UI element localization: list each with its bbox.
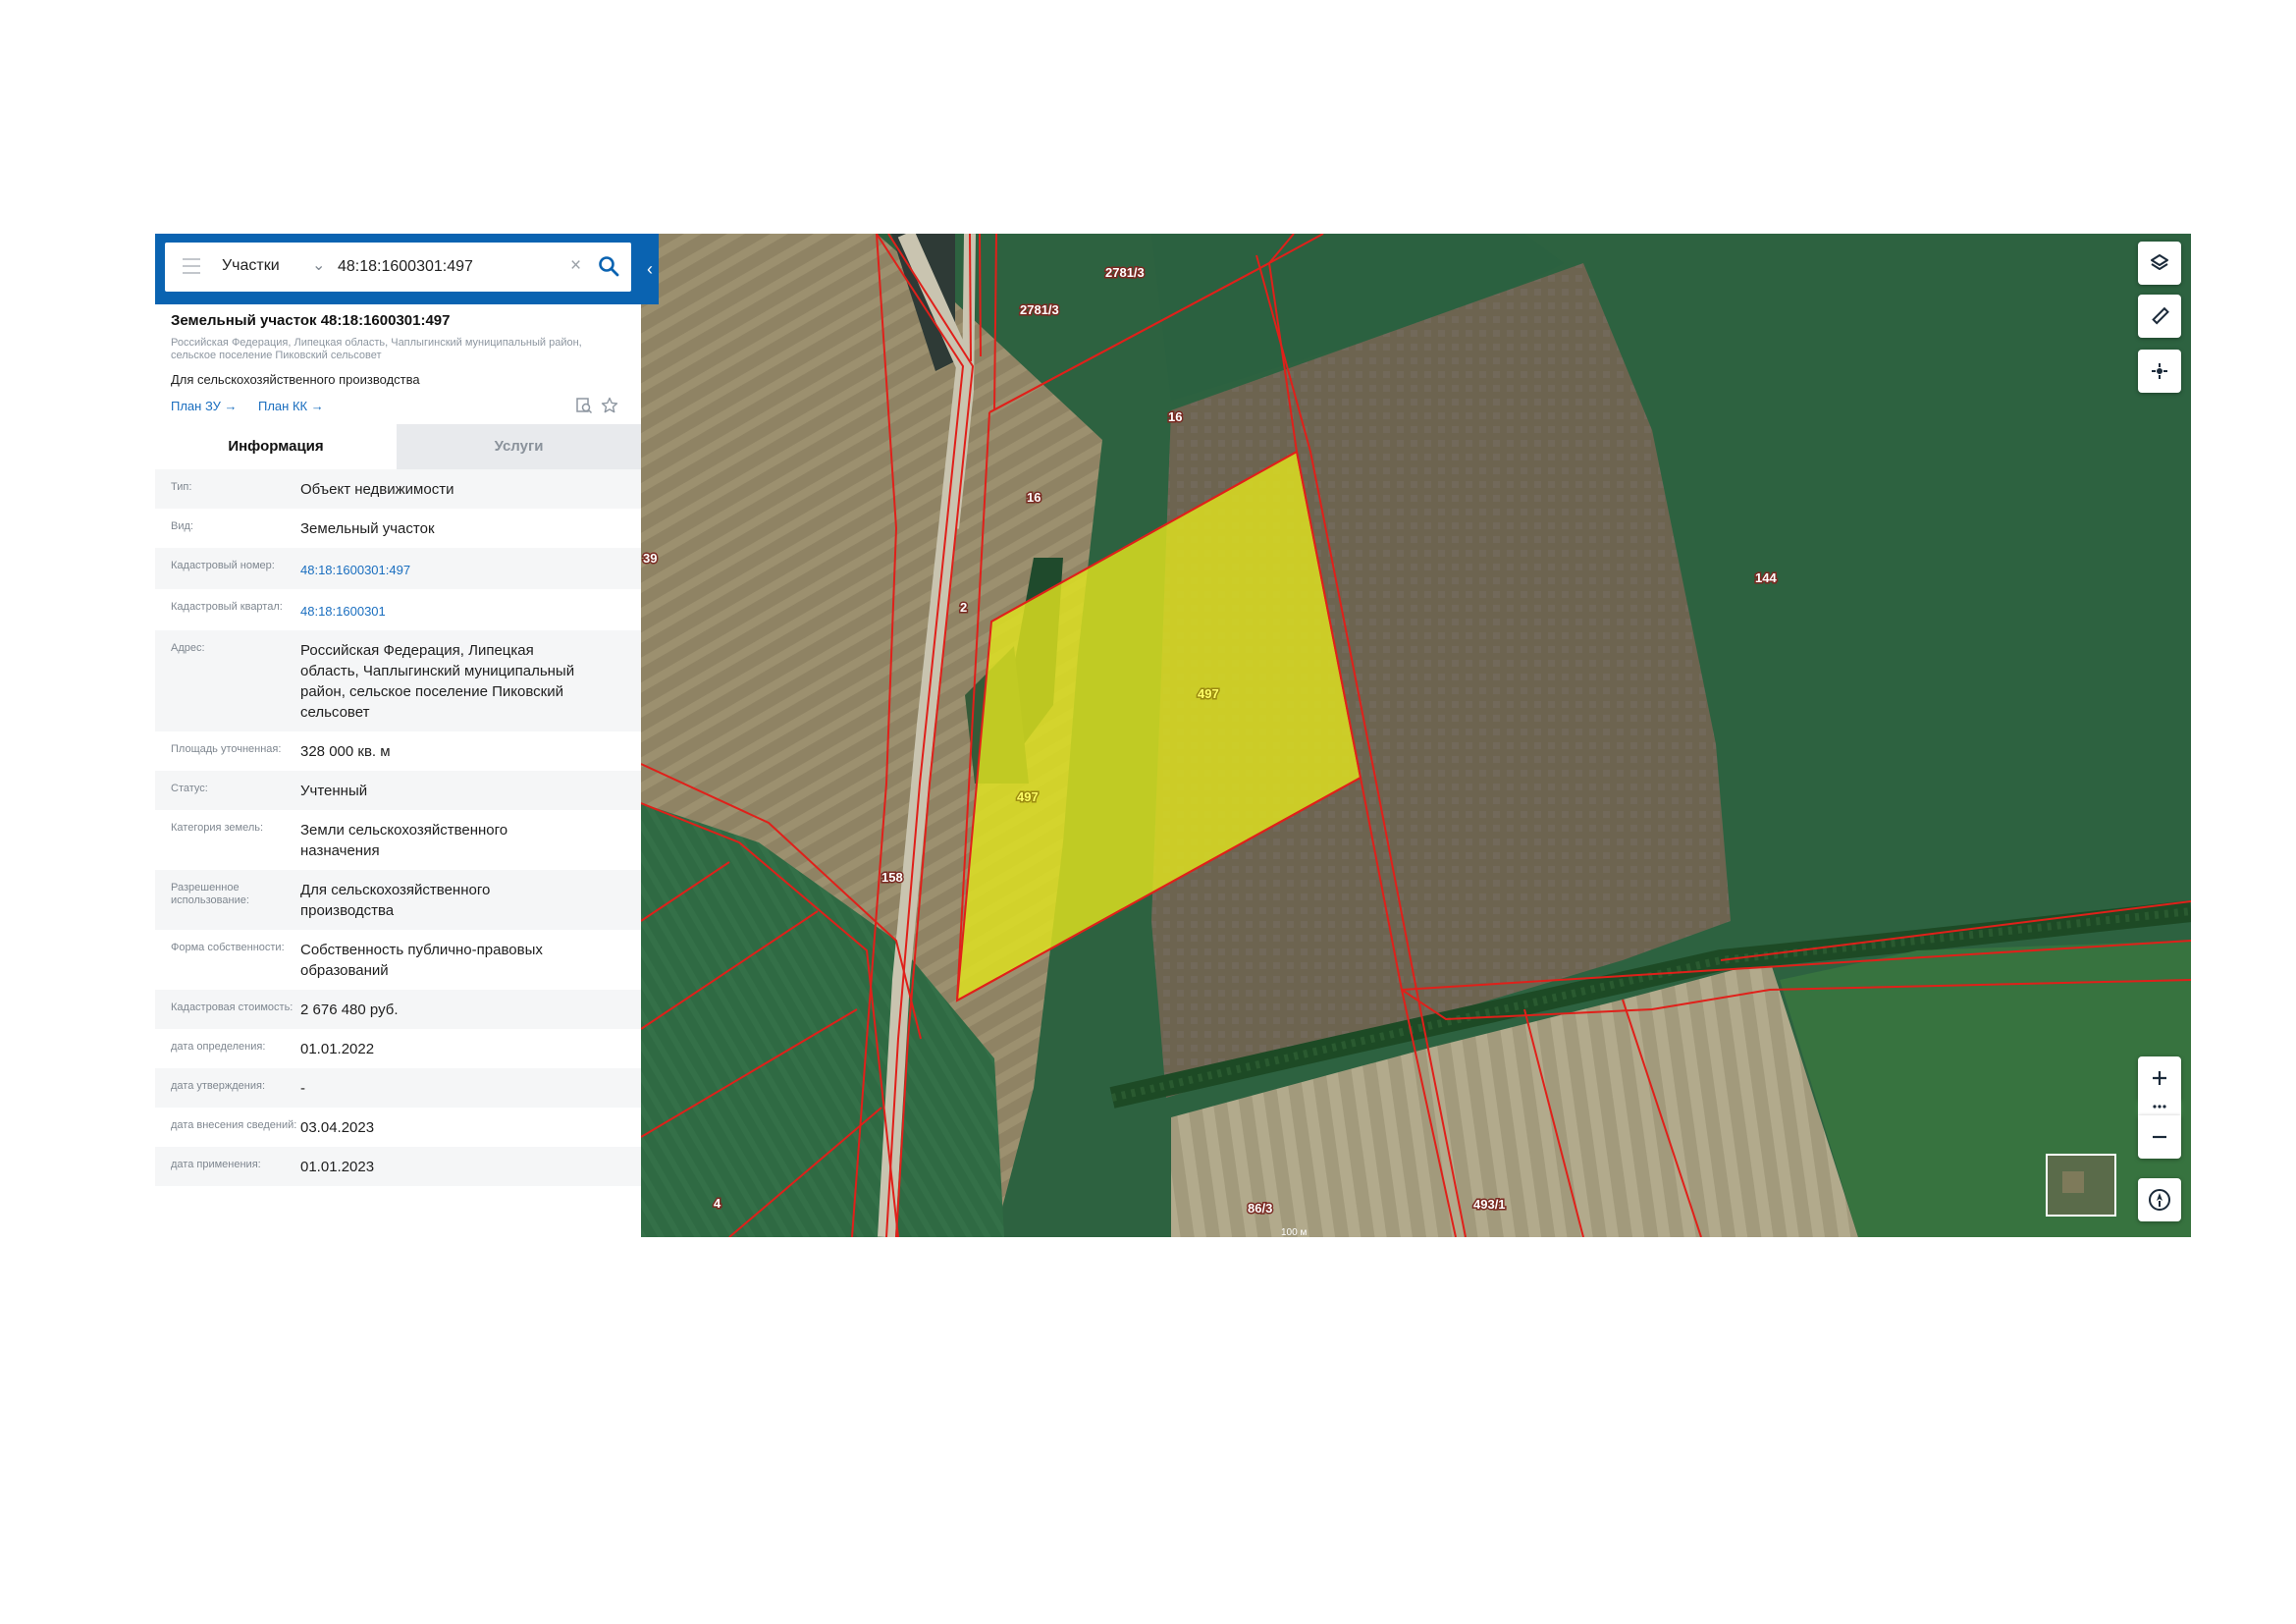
property-row: Разрешенное использование: Для сельскохоз…: [155, 870, 641, 930]
property-row: дата применения: 01.01.2023: [155, 1147, 641, 1186]
property-value: 01.01.2022: [300, 1041, 375, 1057]
property-key: Статус:: [171, 783, 208, 794]
property-value: 03.04.2023: [300, 1119, 375, 1136]
minus-icon: [2153, 1135, 2166, 1139]
map-label-2: 2: [960, 600, 967, 615]
property-value-link[interactable]: 48:18:1600301:497: [300, 548, 575, 589]
object-title: Земельный участок 48:18:1600301:497: [171, 312, 451, 329]
compass-icon: [2149, 1189, 2170, 1211]
object-address: Российская Федерация, Липецкая область, …: [171, 337, 582, 361]
compass-button[interactable]: [2138, 1178, 2181, 1221]
property-row: Площадь уточненная: 328 000 кв. м: [155, 731, 641, 771]
chevron-down-icon[interactable]: ⌄: [312, 255, 325, 275]
plan-zu-link[interactable]: План ЗУ →: [171, 399, 238, 413]
property-value: -: [300, 1080, 305, 1097]
search-bar: Участки ⌄ × ‹: [155, 234, 659, 304]
property-row: Кадастровый квартал: 48:18:1600301: [155, 589, 641, 630]
minimap-detail: [2062, 1171, 2084, 1193]
map-label-4: 4: [714, 1196, 721, 1211]
property-row: Кадастровый номер: 48:18:1600301:497: [155, 548, 641, 589]
map-label-2781-3-b: 2781/3: [1020, 302, 1059, 317]
crosshair-icon: [2152, 363, 2167, 379]
property-key: дата внесения сведений:: [171, 1119, 297, 1131]
property-value-link[interactable]: 48:18:1600301: [300, 589, 575, 630]
satellite-map[interactable]: 2781/3 2781/3 16 16 144 497 497 158 39 2…: [641, 234, 2191, 1237]
property-key: Вид:: [171, 520, 193, 532]
ruler-icon: [2152, 306, 2169, 325]
menu-icon[interactable]: [183, 258, 200, 279]
map-label-39: 39: [643, 551, 657, 566]
property-key: дата применения:: [171, 1159, 261, 1170]
map-label-16-a: 16: [1168, 409, 1182, 424]
search-category[interactable]: Участки: [222, 257, 280, 275]
property-key: Кадастровый квартал:: [171, 601, 283, 613]
property-value: Учтенный: [300, 783, 368, 799]
property-row: Форма собственности: Собственность публич…: [155, 930, 641, 990]
property-key: дата утверждения:: [171, 1080, 266, 1092]
property-key: Кадастровый номер:: [171, 560, 275, 571]
property-row: Вид: Земельный участок: [155, 509, 641, 548]
map-label-16-b: 16: [1027, 490, 1041, 505]
property-key: Разрешенное использование:: [171, 882, 249, 906]
property-row: дата внесения сведений: 03.04.2023: [155, 1108, 641, 1147]
collapse-panel-icon[interactable]: ‹: [641, 257, 659, 281]
map-label-493-1: 493/1: [1473, 1197, 1506, 1212]
search-input[interactable]: [338, 254, 549, 280]
map-scale: 100 м: [1281, 1227, 1307, 1237]
tab-services[interactable]: Услуги: [397, 424, 641, 469]
zoom-out-button[interactable]: [2138, 1115, 2181, 1159]
property-value: 01.01.2023: [300, 1159, 375, 1175]
property-value: Земельный участок: [300, 520, 435, 537]
search-icon[interactable]: [598, 255, 619, 282]
property-row: дата определения: 01.01.2022: [155, 1029, 641, 1068]
map-label-144: 144: [1755, 570, 1777, 585]
map-label-86-3: 86/3: [1248, 1201, 1272, 1216]
property-key: Категория земель:: [171, 822, 264, 834]
plan-kk-link[interactable]: План КК →: [258, 399, 324, 413]
property-row: дата утверждения: -: [155, 1068, 641, 1108]
info-panel: Участки ⌄ × ‹ Земельный участок 48:18:16…: [155, 234, 659, 1237]
property-key: дата определения:: [171, 1041, 266, 1053]
zoom-to-object-icon[interactable]: [575, 397, 593, 419]
layers-button[interactable]: [2138, 242, 2181, 285]
property-value: Земли сельскохозяйственного назначения: [300, 822, 508, 859]
property-key: Адрес:: [171, 642, 205, 654]
property-row: Кадастровая стоимость: 2 676 480 руб.: [155, 990, 641, 1029]
property-value: Для сельскохозяйственного производства: [300, 882, 491, 919]
tab-information[interactable]: Информация: [155, 424, 397, 469]
clear-icon[interactable]: ×: [570, 255, 581, 277]
tabs: Информация Услуги: [155, 424, 641, 469]
measure-button[interactable]: [2138, 295, 2181, 338]
property-key: Тип:: [171, 481, 192, 493]
cadastral-map-app: 2781/3 2781/3 16 16 144 497 497 158 39 2…: [155, 234, 2191, 1237]
property-key: Кадастровая стоимость:: [171, 1001, 294, 1013]
object-purpose: Для сельскохозяйственного производства: [171, 372, 420, 387]
map-view[interactable]: 2781/3 2781/3 16 16 144 497 497 158 39 2…: [641, 234, 2191, 1237]
map-label-497-b: 497: [1017, 789, 1039, 804]
property-row: Статус: Учтенный: [155, 771, 641, 810]
property-key: Площадь уточненная:: [171, 743, 282, 755]
map-label-158: 158: [881, 870, 903, 885]
property-value: Российская Федерация, Липецкая область, …: [300, 642, 575, 721]
property-value: 328 000 кв. м: [300, 743, 391, 760]
property-value: Объект недвижимости: [300, 481, 454, 498]
property-value: 2 676 480 руб.: [300, 1001, 399, 1018]
object-card: Земельный участок 48:18:1600301:497 Росс…: [155, 304, 641, 1237]
ellipsis-icon: [2153, 1105, 2166, 1109]
layers-icon: [2151, 254, 2168, 270]
property-row: Тип: Объект недвижимости: [155, 469, 641, 509]
star-icon[interactable]: [601, 397, 618, 419]
map-label-497-a: 497: [1198, 686, 1219, 701]
property-row: Категория земель: Земли сельскохозяйствен…: [155, 810, 641, 870]
property-key: Форма собственности:: [171, 942, 285, 953]
locate-button[interactable]: [2138, 350, 2181, 393]
property-row: Адрес: Российская Федерация, Липецкая обл…: [155, 630, 641, 731]
zoom-more-button[interactable]: [2138, 1098, 2181, 1115]
search-box: Участки ⌄ ×: [165, 243, 631, 292]
properties-list: Тип: Объект недвижимости Вид: Земельный уча…: [155, 469, 641, 1186]
zoom-in-button[interactable]: [2138, 1056, 2181, 1100]
plus-icon: [2153, 1071, 2166, 1085]
map-label-2781-3-a: 2781/3: [1105, 265, 1145, 280]
property-value: Собственность публично-правовых образова…: [300, 942, 543, 979]
